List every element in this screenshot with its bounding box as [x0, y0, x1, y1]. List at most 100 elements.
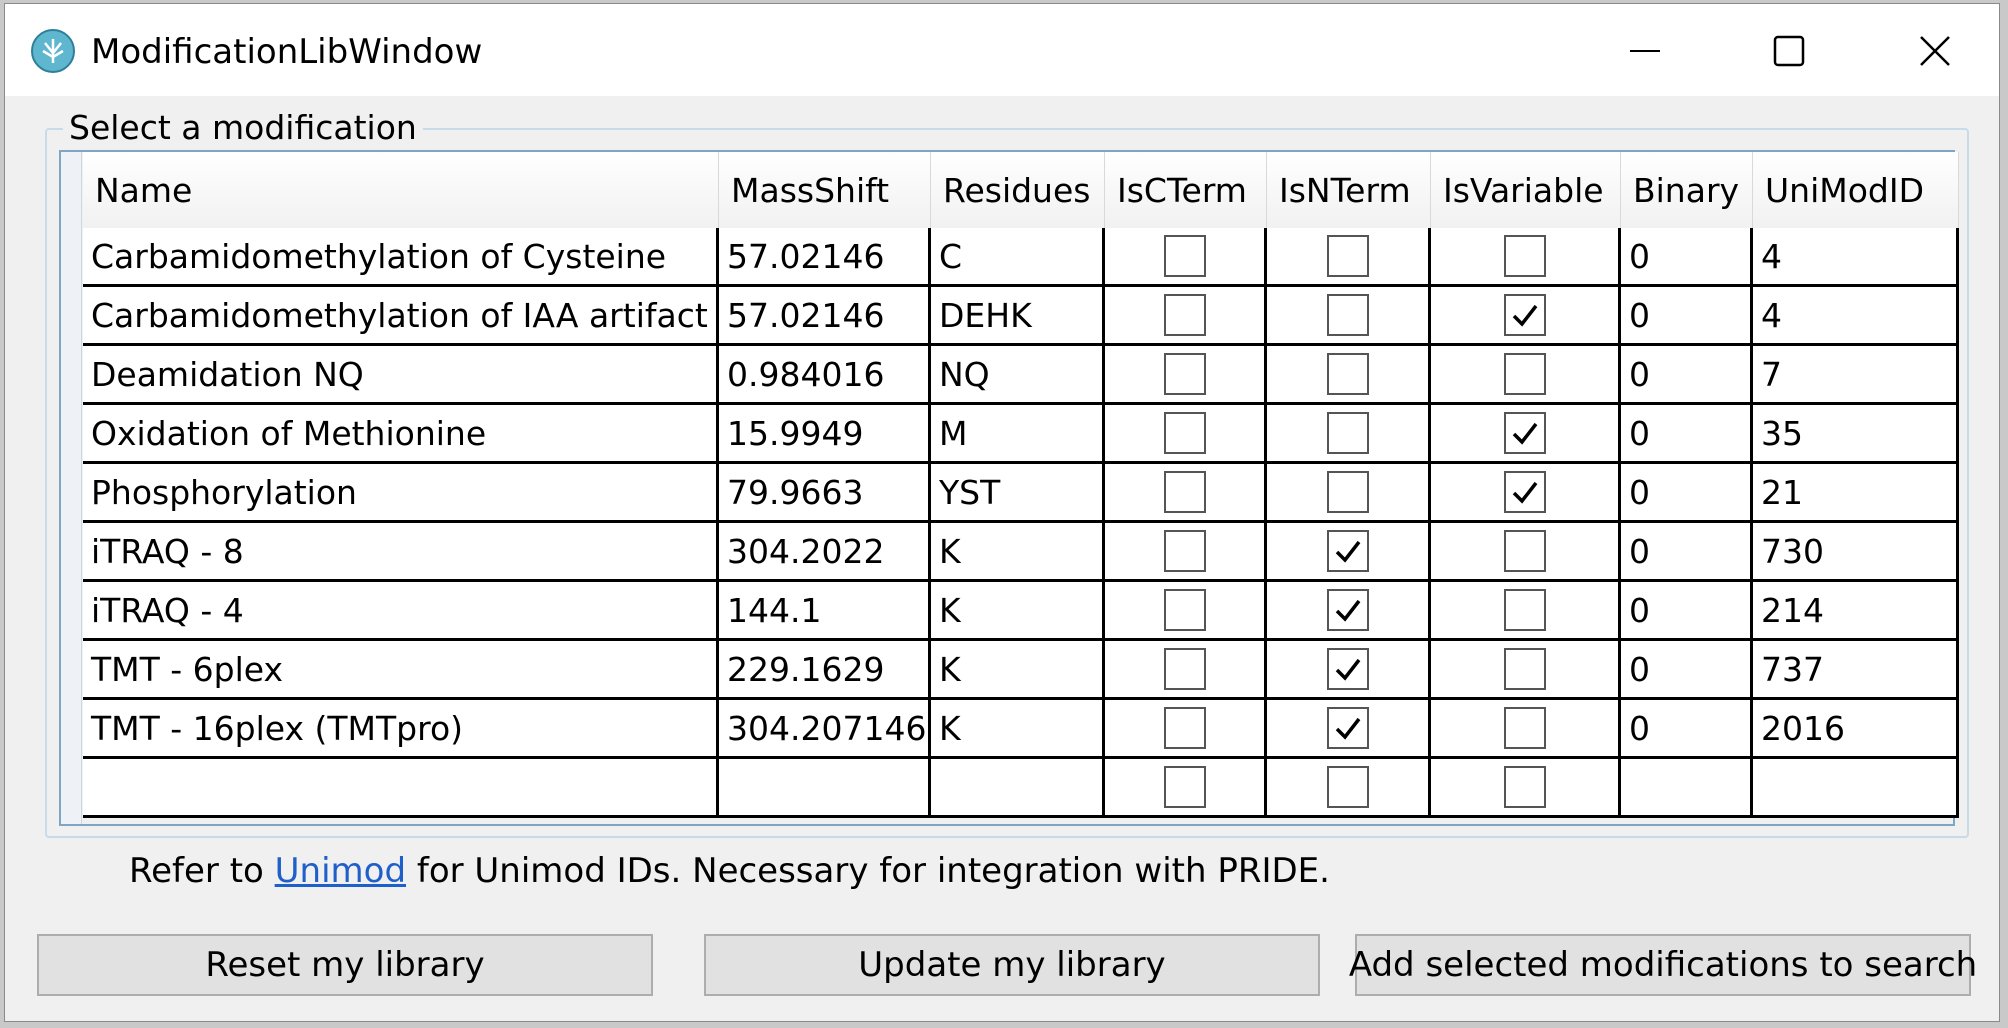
iscterm-checkbox[interactable]: [1163, 353, 1206, 395]
iscterm-checkbox[interactable]: [1163, 530, 1206, 572]
cell-unimodid[interactable]: 730: [1753, 523, 1959, 579]
iscterm-checkbox[interactable]: [1163, 589, 1206, 631]
cell-residues[interactable]: K: [931, 700, 1105, 756]
cell-massshift[interactable]: [719, 759, 931, 815]
cell-residues[interactable]: C: [931, 228, 1105, 284]
cell-massshift[interactable]: 304.2022: [719, 523, 931, 579]
add-modifications-button[interactable]: Add selected modifications to search: [1349, 934, 1977, 996]
isvariable-checkbox[interactable]: [1503, 353, 1546, 395]
cell-name[interactable]: TMT - 16plex (TMTpro): [83, 700, 719, 756]
isnterm-checkbox[interactable]: [1326, 353, 1369, 395]
cell-residues[interactable]: YST: [931, 464, 1105, 520]
table-row[interactable]: Phosphorylation 79.9663 YST 0 21: [83, 464, 1959, 523]
isvariable-checkbox[interactable]: [1503, 294, 1546, 336]
cell-binary[interactable]: 0: [1621, 641, 1753, 697]
table-row[interactable]: TMT - 16plex (TMTpro) 304.207146 K 0 2016: [83, 700, 1959, 759]
modification-grid[interactable]: Name MassShift Residues IsCTerm IsNTerm …: [59, 150, 1959, 826]
isnterm-checkbox[interactable]: [1326, 294, 1369, 336]
cell-unimodid[interactable]: 7: [1753, 346, 1959, 402]
column-header-isvariable[interactable]: IsVariable: [1431, 152, 1621, 228]
cell-residues[interactable]: [931, 759, 1105, 815]
table-row[interactable]: TMT - 6plex 229.1629 K 0 737: [83, 641, 1959, 700]
iscterm-checkbox[interactable]: [1163, 766, 1206, 808]
cell-unimodid[interactable]: 214: [1753, 582, 1959, 638]
cell-residues[interactable]: K: [931, 582, 1105, 638]
isvariable-checkbox[interactable]: [1503, 530, 1546, 572]
cell-massshift[interactable]: 15.9949: [719, 405, 931, 461]
cell-massshift[interactable]: 0.984016: [719, 346, 931, 402]
cell-massshift[interactable]: 144.1: [719, 582, 931, 638]
row-header-column[interactable]: [61, 152, 82, 824]
cell-binary[interactable]: 0: [1621, 464, 1753, 520]
isnterm-checkbox[interactable]: [1326, 235, 1369, 277]
isvariable-checkbox[interactable]: [1503, 412, 1546, 454]
title-bar[interactable]: ModificationLibWindow: [5, 4, 1999, 96]
cell-name[interactable]: iTRAQ - 4: [83, 582, 719, 638]
cell-binary[interactable]: 0: [1621, 582, 1753, 638]
isvariable-checkbox[interactable]: [1503, 766, 1546, 808]
cell-name[interactable]: Deamidation NQ: [83, 346, 719, 402]
column-header-iscterm[interactable]: IsCTerm: [1105, 152, 1267, 228]
iscterm-checkbox[interactable]: [1163, 471, 1206, 513]
column-header-name[interactable]: Name: [83, 152, 719, 228]
cell-unimodid[interactable]: [1753, 759, 1959, 815]
cell-massshift[interactable]: 304.207146: [719, 700, 931, 756]
column-header-residues[interactable]: Residues: [931, 152, 1105, 228]
table-row[interactable]: Carbamidomethylation of IAA artifact 57.0…: [83, 287, 1959, 346]
table-row[interactable]: iTRAQ - 4 144.1 K 0 214: [83, 582, 1959, 641]
cell-binary[interactable]: 0: [1621, 405, 1753, 461]
cell-massshift[interactable]: 57.02146: [719, 228, 931, 284]
cell-massshift[interactable]: 79.9663: [719, 464, 931, 520]
cell-name[interactable]: Carbamidomethylation of IAA artifact: [83, 287, 719, 343]
iscterm-checkbox[interactable]: [1163, 235, 1206, 277]
cell-name[interactable]: Oxidation of Methionine: [83, 405, 719, 461]
cell-unimodid[interactable]: 35: [1753, 405, 1959, 461]
isnterm-checkbox[interactable]: [1326, 530, 1369, 572]
cell-unimodid[interactable]: 737: [1753, 641, 1959, 697]
cell-unimodid[interactable]: 21: [1753, 464, 1959, 520]
reset-library-button[interactable]: Reset my library: [37, 934, 653, 996]
cell-massshift[interactable]: 229.1629: [719, 641, 931, 697]
cell-residues[interactable]: DEHK: [931, 287, 1105, 343]
cell-residues[interactable]: K: [931, 641, 1105, 697]
cell-binary[interactable]: [1621, 759, 1753, 815]
isvariable-checkbox[interactable]: [1503, 589, 1546, 631]
iscterm-checkbox[interactable]: [1163, 294, 1206, 336]
table-row[interactable]: iTRAQ - 8 304.2022 K 0 730: [83, 523, 1959, 582]
iscterm-checkbox[interactable]: [1163, 707, 1206, 749]
update-library-button[interactable]: Update my library: [704, 934, 1320, 996]
cell-binary[interactable]: 0: [1621, 287, 1753, 343]
cell-unimodid[interactable]: 4: [1753, 287, 1959, 343]
isvariable-checkbox[interactable]: [1503, 648, 1546, 690]
cell-binary[interactable]: 0: [1621, 228, 1753, 284]
cell-residues[interactable]: M: [931, 405, 1105, 461]
isvariable-checkbox[interactable]: [1503, 471, 1546, 513]
cell-binary[interactable]: 0: [1621, 523, 1753, 579]
cell-unimodid[interactable]: 2016: [1753, 700, 1959, 756]
table-row[interactable]: Oxidation of Methionine 15.9949 M 0 35: [83, 405, 1959, 464]
iscterm-checkbox[interactable]: [1163, 412, 1206, 454]
isvariable-checkbox[interactable]: [1503, 235, 1546, 277]
cell-residues[interactable]: K: [931, 523, 1105, 579]
iscterm-checkbox[interactable]: [1163, 648, 1206, 690]
table-row[interactable]: Deamidation NQ 0.984016 NQ 0 7: [83, 346, 1959, 405]
column-header-unimodid[interactable]: UniModID: [1753, 152, 1959, 228]
unimod-link[interactable]: Unimod: [275, 851, 406, 891]
column-header-isnterm[interactable]: IsNTerm: [1267, 152, 1431, 228]
column-header-massshift[interactable]: MassShift: [719, 152, 931, 228]
isnterm-checkbox[interactable]: [1326, 412, 1369, 454]
cell-name[interactable]: [83, 759, 719, 815]
cell-name[interactable]: TMT - 6plex: [83, 641, 719, 697]
isnterm-checkbox[interactable]: [1326, 707, 1369, 749]
table-row[interactable]: Carbamidomethylation of Cysteine 57.02146…: [83, 228, 1959, 287]
cell-unimodid[interactable]: 4: [1753, 228, 1959, 284]
minimize-button[interactable]: [1585, 16, 1705, 86]
cell-binary[interactable]: 0: [1621, 346, 1753, 402]
maximize-button[interactable]: [1729, 16, 1849, 86]
cell-binary[interactable]: 0: [1621, 700, 1753, 756]
cell-name[interactable]: Carbamidomethylation of Cysteine: [83, 228, 719, 284]
isnterm-checkbox[interactable]: [1326, 648, 1369, 690]
isvariable-checkbox[interactable]: [1503, 707, 1546, 749]
cell-massshift[interactable]: 57.02146: [719, 287, 931, 343]
cell-name[interactable]: iTRAQ - 8: [83, 523, 719, 579]
